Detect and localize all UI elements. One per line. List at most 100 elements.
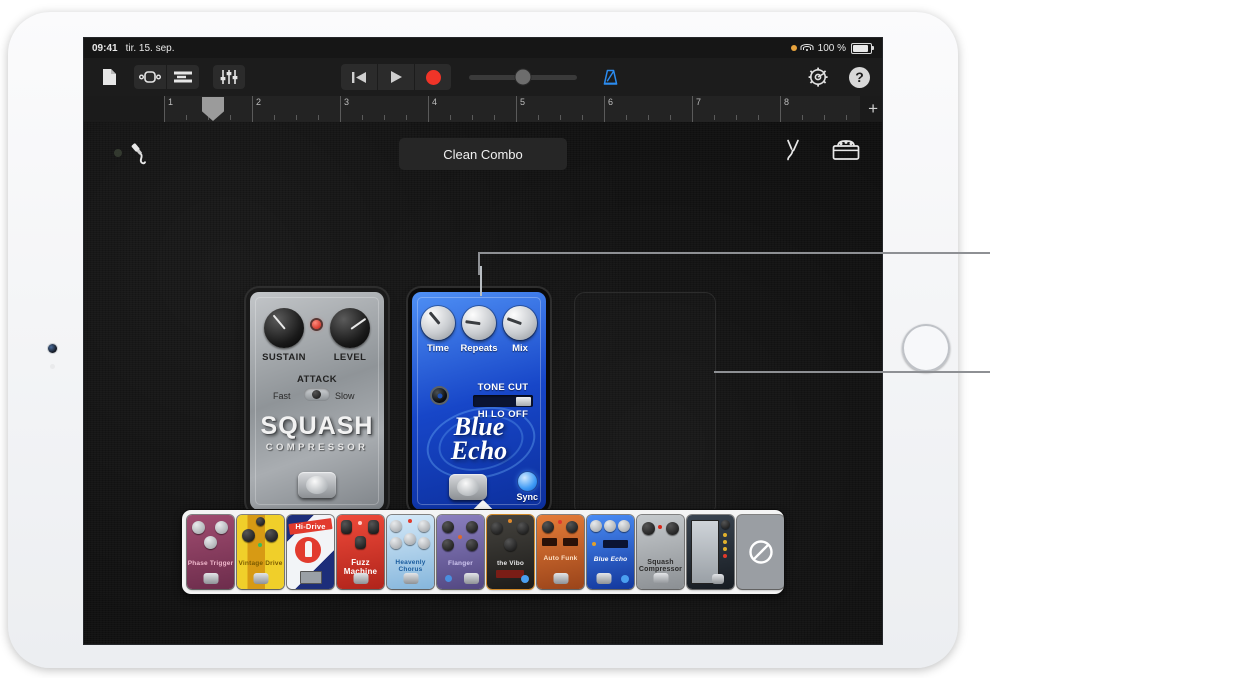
input-led <box>114 149 122 157</box>
browser-item-footswitch <box>596 573 612 584</box>
pedal-browser[interactable]: Phase Trigger Vintage Drive Hi-Drive Fuz… <box>182 510 784 594</box>
play-icon <box>391 71 402 83</box>
browser-item-heavenly-chorus[interactable]: Heavenly Chorus <box>387 515 434 589</box>
pedalboard-area: Clean Combo SUSTAIN LEVEL ATTACK Fast Sl… <box>84 122 882 644</box>
time-knob[interactable] <box>421 306 455 340</box>
browser-item-label: Vintage Drive <box>238 560 283 567</box>
play-button[interactable] <box>377 64 414 90</box>
status-bar-right: 100 % <box>790 42 882 54</box>
browser-item-phase-trigger[interactable]: Phase Trigger <box>187 515 234 589</box>
preset-name-label: Clean Combo <box>443 146 523 162</box>
browser-item-fuzz-machine[interactable]: Fuzz Machine <box>337 515 384 589</box>
browser-item-label: Heavenly Chorus <box>395 559 426 573</box>
tone-cut-label: TONE CUT <box>477 382 529 393</box>
settings-button[interactable] <box>803 65 833 89</box>
ruler-bar-number: 7 <box>696 97 702 107</box>
pedal-squash-compressor[interactable]: SUSTAIN LEVEL ATTACK Fast Slow SQUASH CO… <box>250 292 384 510</box>
gear-icon <box>808 67 828 87</box>
sustain-knob[interactable] <box>264 308 304 348</box>
pedal-blue-echo[interactable]: Time Repeats Mix TONE CUT HI LO OFF Blue… <box>412 266 546 510</box>
ruler-bar-number: 3 <box>344 97 350 107</box>
callout-line-pedal-knob-vertical <box>478 253 480 275</box>
pedalboard-button[interactable] <box>832 138 860 167</box>
attack-fast-label: Fast <box>273 391 291 401</box>
browser-item-auto-funk[interactable]: Auto Funk <box>537 515 584 589</box>
pedalboard-case-icon <box>832 140 860 160</box>
tone-cut-switch[interactable] <box>473 395 533 407</box>
header-right-group <box>782 138 860 167</box>
input-plug-indicator[interactable] <box>114 140 153 166</box>
browser-item-label: Blue Echo <box>593 556 628 563</box>
browser-item-hi-drive[interactable]: Hi-Drive <box>287 515 334 589</box>
ambient-sensor <box>50 364 55 369</box>
empty-pedal-slot[interactable] <box>574 292 716 516</box>
toolbar-left-group <box>84 65 245 89</box>
home-button[interactable] <box>902 324 950 372</box>
mix-knob-label: Mix <box>512 343 528 354</box>
attack-switch[interactable] <box>304 388 330 401</box>
master-volume-thumb[interactable] <box>515 69 531 85</box>
repeats-knob[interactable] <box>462 306 496 340</box>
sustain-knob-label: SUSTAIN <box>262 352 306 363</box>
guitar-cable-plug-icon <box>131 143 146 165</box>
toolbar-center-group <box>341 64 625 90</box>
metronome-button[interactable] <box>595 65 625 89</box>
pedal-brand: SQUASH COMPRESSOR <box>250 412 384 453</box>
footswitch[interactable] <box>298 472 336 498</box>
record-indicator-dot <box>790 45 797 51</box>
metronome-icon <box>603 69 617 85</box>
front-camera <box>48 344 57 353</box>
browser-item-footswitch <box>464 573 479 584</box>
mixer-button[interactable] <box>213 65 245 89</box>
track-controls-group <box>213 65 245 89</box>
master-volume-slider[interactable] <box>469 69 577 85</box>
playhead[interactable] <box>202 97 224 121</box>
view-toggle-group <box>134 65 199 89</box>
browser-item-the-vibo[interactable]: the Vibo <box>487 515 534 589</box>
preset-name-button[interactable]: Clean Combo <box>399 138 567 170</box>
pedal-chain: SUSTAIN LEVEL ATTACK Fast Slow SQUASH CO… <box>84 266 882 516</box>
browser-item-noise-gate[interactable]: Noise Gate <box>687 515 734 589</box>
input-jack <box>432 388 447 403</box>
browser-item-footswitch <box>253 573 268 584</box>
add-section-button[interactable]: + <box>868 100 878 117</box>
my-songs-button[interactable] <box>94 65 124 89</box>
tuner-button[interactable] <box>782 138 804 167</box>
level-knob-label: LEVEL <box>333 352 367 363</box>
ipad-device-frame: 09:41 tir. 15. sep. 100 % ? 1 2 3 4 5 6 … <box>8 12 958 668</box>
browser-item-footswitch <box>353 573 368 584</box>
ipad-screen: 09:41 tir. 15. sep. 100 % ? 1 2 3 4 5 6 … <box>84 38 882 644</box>
timeline-ruler[interactable]: 1 2 3 4 5 6 7 8 + <box>84 96 882 123</box>
toolbar-right-group: ? <box>803 65 882 89</box>
browser-item-footswitch <box>553 573 568 584</box>
browser-item-footswitch <box>712 574 724 584</box>
mix-knob[interactable] <box>503 306 537 340</box>
browser-item-label: the Vibo <box>496 560 525 567</box>
callout-line-pedal-knob <box>478 252 990 254</box>
browser-item-label: Flanger <box>448 560 473 567</box>
browser-item-flanger[interactable]: Flanger <box>437 515 484 589</box>
browser-item-vintage-drive[interactable]: Vintage Drive <box>237 515 284 589</box>
battery-icon <box>851 42 874 54</box>
brand-line-2: COMPRESSOR <box>265 442 369 453</box>
ruler-bar-number: 6 <box>608 97 614 107</box>
browser-item-none[interactable]: None <box>737 515 784 589</box>
attack-switch-label: ATTACK <box>296 374 338 385</box>
question-mark-icon: ? <box>855 69 864 85</box>
record-button[interactable] <box>414 64 451 90</box>
sync-label: Sync <box>516 492 538 502</box>
attack-slow-label: Slow <box>335 391 355 401</box>
track-view-button[interactable] <box>166 65 199 89</box>
document-icon <box>102 69 116 85</box>
ruler-lane[interactable]: 1 2 3 4 5 6 7 8 <box>164 96 860 122</box>
browser-item-blue-echo[interactable]: Blue Echo <box>587 515 634 589</box>
level-knob[interactable] <box>330 308 370 348</box>
footswitch[interactable] <box>449 474 488 500</box>
status-led <box>312 320 321 329</box>
loop-browser-button[interactable] <box>134 65 166 89</box>
rewind-button[interactable] <box>341 64 377 90</box>
no-entry-icon <box>748 540 773 564</box>
sync-control[interactable]: Sync <box>516 472 538 502</box>
help-button[interactable]: ? <box>849 66 870 88</box>
browser-item-squash-compressor[interactable]: Squash Compressor <box>637 515 684 589</box>
